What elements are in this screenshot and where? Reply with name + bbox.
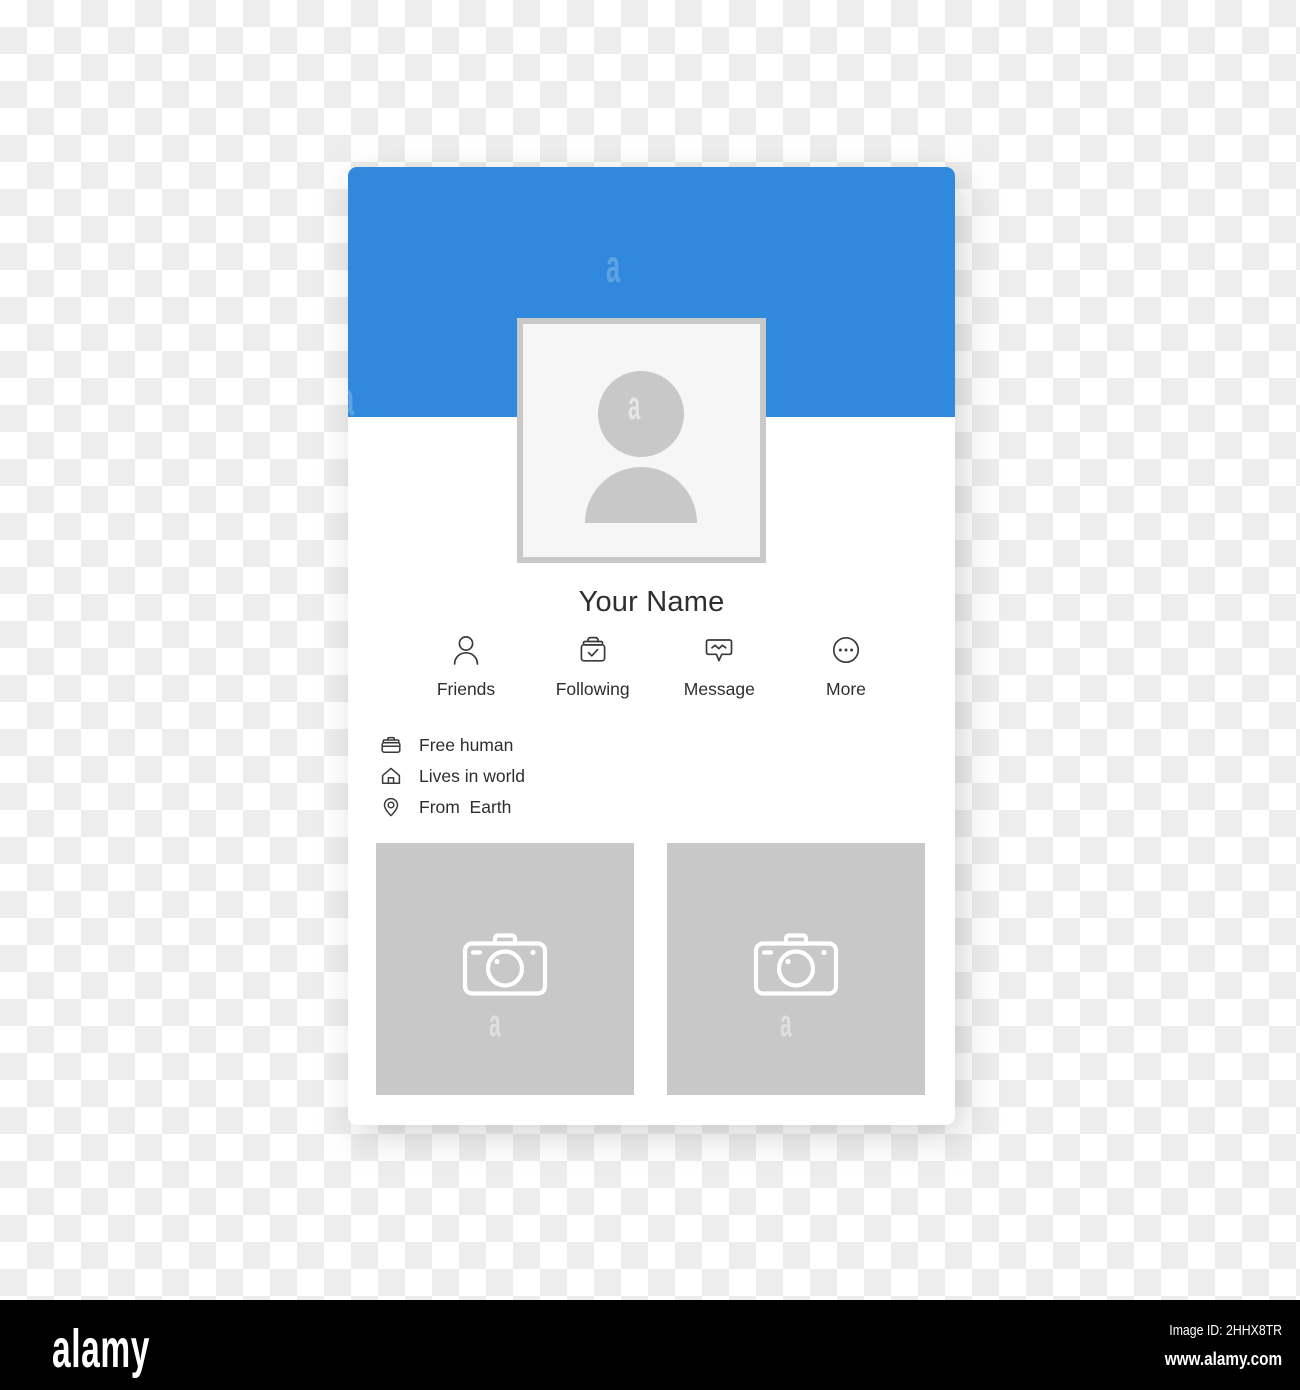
action-following[interactable]: Following: [533, 633, 653, 700]
action-label: More: [826, 679, 866, 699]
info-text: From Earth: [419, 796, 512, 817]
info-row-from: From Earth: [378, 792, 525, 822]
info-list: Free human Lives in world From Earth: [378, 730, 525, 823]
image-id-label: Image ID: 2HHX8TR: [1169, 1322, 1282, 1339]
page-title: Your Name: [578, 586, 725, 618]
action-row: Friends Following Message More: [406, 633, 906, 700]
ellipsis-circle-icon: [831, 633, 861, 667]
info-text: Lives in world: [419, 765, 526, 786]
action-more[interactable]: More: [786, 633, 906, 700]
info-row-work: Free human: [378, 730, 525, 760]
camera-icon: [459, 929, 551, 1010]
briefcase-check-icon: [577, 633, 609, 667]
action-message[interactable]: Message: [659, 633, 779, 700]
watermark-glyph: a: [606, 240, 621, 292]
home-icon: [378, 765, 404, 787]
action-label: Friends: [436, 679, 496, 699]
photo-tile[interactable]: a: [376, 843, 634, 1095]
info-row-lives: Lives in world: [378, 761, 525, 791]
location-pin-icon: [378, 796, 404, 818]
user-avatar-placeholder-icon: [585, 371, 697, 523]
action-label: Message: [683, 679, 755, 699]
action-friends[interactable]: Friends: [406, 633, 526, 700]
info-text: Free human: [419, 734, 514, 755]
photo-tile[interactable]: a a: [667, 843, 925, 1095]
person-icon: [453, 633, 479, 667]
action-label: Following: [555, 679, 630, 699]
camera-icon: [750, 929, 842, 1010]
screenshot-root: a a a a a Your Name: [0, 0, 1300, 1390]
profile-card: a a a a a Your Name: [348, 167, 955, 1125]
chat-bubble-icon: [703, 633, 735, 667]
briefcase-icon: [378, 734, 404, 756]
watermark-glyph: a: [348, 372, 354, 426]
footer-meta: Image ID: 2HHX8TR www.alamy.com: [1144, 1322, 1282, 1370]
avatar[interactable]: a: [517, 318, 766, 563]
alamy-footer: alamy Image ID: 2HHX8TR www.alamy.com: [0, 1300, 1300, 1390]
site-url-label: www.alamy.com: [1164, 1349, 1282, 1369]
photo-grid: a a a: [376, 843, 925, 1095]
alamy-logo: alamy: [52, 1319, 151, 1379]
